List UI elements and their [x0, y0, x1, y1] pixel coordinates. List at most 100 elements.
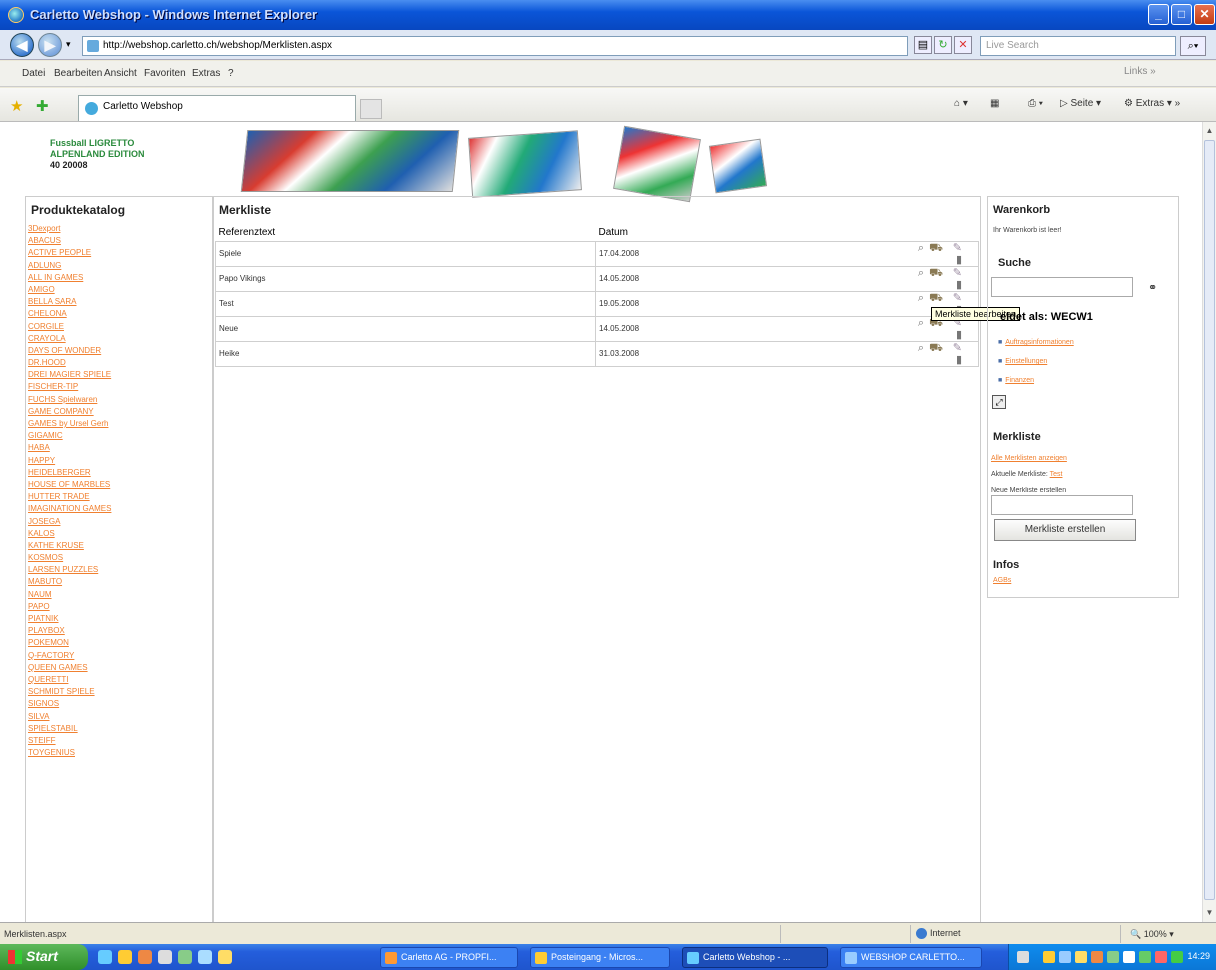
- delete-icon[interactable]: ▮: [948, 329, 962, 341]
- catalog-item[interactable]: SILVA: [28, 711, 212, 723]
- links-toolbar[interactable]: Links »: [1124, 66, 1156, 77]
- start-button[interactable]: Start: [0, 944, 88, 970]
- quicklaunch-app-icon[interactable]: [198, 950, 212, 964]
- task-carletto-webshop[interactable]: Carletto Webshop - ...: [682, 947, 828, 968]
- catalog-item[interactable]: MABUTO: [28, 576, 212, 588]
- catalog-item[interactable]: QUEEN GAMES: [28, 662, 212, 674]
- product-image-1[interactable]: [240, 130, 460, 192]
- catalog-item[interactable]: 3Dexport: [28, 223, 212, 235]
- compatibility-icon[interactable]: ▤: [914, 36, 932, 54]
- cart-icon[interactable]: ⛟: [929, 267, 943, 279]
- show-all-wishlists-link[interactable]: Alle Merklisten anzeigen: [991, 455, 1067, 462]
- catalog-item[interactable]: IMAGINATION GAMES: [28, 503, 212, 515]
- delete-icon[interactable]: ▮: [948, 254, 962, 266]
- menu-extras[interactable]: Extras: [192, 68, 220, 79]
- view-icon[interactable]: ⌕: [910, 242, 924, 254]
- vertical-scrollbar[interactable]: ▲ ▼: [1202, 122, 1216, 922]
- menu-favoriten[interactable]: Favoriten: [144, 68, 186, 79]
- refresh-button[interactable]: ↻: [934, 36, 952, 54]
- view-icon[interactable]: ⌕: [910, 342, 924, 354]
- catalog-item[interactable]: HOUSE OF MARBLES: [28, 479, 212, 491]
- menu-datei[interactable]: Datei: [22, 68, 45, 79]
- current-wishlist-link[interactable]: Test: [1050, 471, 1063, 478]
- quicklaunch-ie-icon[interactable]: [98, 950, 112, 964]
- menu-ansicht[interactable]: Ansicht: [104, 68, 137, 79]
- agb-link[interactable]: AGBs: [993, 577, 1011, 584]
- catalog-item[interactable]: DREI MAGIER SPIELE: [28, 369, 212, 381]
- catalog-item[interactable]: ACTIVE PEOPLE: [28, 247, 212, 259]
- scroll-up-icon[interactable]: ▲: [1204, 124, 1215, 138]
- scroll-down-icon[interactable]: ▼: [1204, 906, 1215, 920]
- catalog-item[interactable]: Q-FACTORY: [28, 650, 212, 662]
- catalog-item[interactable]: ALL IN GAMES: [28, 272, 212, 284]
- delete-icon[interactable]: ▮: [948, 354, 962, 366]
- catalog-item[interactable]: TOYGENIUS: [28, 747, 212, 759]
- catalog-item[interactable]: GAMES by Ursel Gerh: [28, 418, 212, 430]
- maximize-button[interactable]: □: [1171, 4, 1192, 25]
- catalog-item[interactable]: KALOS: [28, 528, 212, 540]
- edit-icon[interactable]: ✎: [948, 242, 962, 254]
- task-webshop-carletto[interactable]: WEBSHOP CARLETTO...: [840, 947, 982, 968]
- catalog-item[interactable]: FISCHER-TIP: [28, 381, 212, 393]
- feeds-icon[interactable]: ▦: [990, 98, 999, 109]
- url-field[interactable]: http://webshop.carletto.ch/webshop/Merkl…: [82, 36, 908, 56]
- edit-icon[interactable]: ✎: [948, 292, 962, 304]
- edit-icon[interactable]: ✎: [948, 267, 962, 279]
- catalog-item[interactable]: DR.HOOD: [28, 357, 212, 369]
- view-icon[interactable]: ⌕: [910, 317, 924, 329]
- menu-help[interactable]: ?: [228, 68, 234, 79]
- quicklaunch-explorer-icon[interactable]: [118, 950, 132, 964]
- edit-icon[interactable]: ✎: [948, 342, 962, 354]
- catalog-item[interactable]: CHELONA: [28, 308, 212, 320]
- add-favorite-icon[interactable]: ✚: [36, 97, 49, 115]
- quicklaunch-desktop-icon[interactable]: [158, 950, 172, 964]
- catalog-item[interactable]: HABA: [28, 442, 212, 454]
- tray-icon[interactable]: [1155, 951, 1167, 963]
- catalog-item[interactable]: SIGNOS: [28, 698, 212, 710]
- view-icon[interactable]: ⌕: [910, 267, 924, 279]
- scroll-thumb[interactable]: [1204, 140, 1215, 900]
- catalog-item[interactable]: HEIDELBERGER: [28, 467, 212, 479]
- cart-icon[interactable]: ⛟: [929, 342, 943, 354]
- tab-carletto-webshop[interactable]: Carletto Webshop: [78, 95, 356, 121]
- catalog-item[interactable]: NAUM: [28, 589, 212, 601]
- catalog-item[interactable]: KOSMOS: [28, 552, 212, 564]
- catalog-item[interactable]: PIATNIK: [28, 613, 212, 625]
- product-logo[interactable]: Fussball LIGRETTO ALPENLAND EDITION 40 2…: [50, 138, 145, 171]
- catalog-item[interactable]: PLAYBOX: [28, 625, 212, 637]
- new-wishlist-input[interactable]: [991, 495, 1133, 515]
- link-einstellungen[interactable]: Einstellungen: [998, 358, 1047, 365]
- quicklaunch-outlook-icon[interactable]: [138, 950, 152, 964]
- catalog-item[interactable]: SPIELSTABIL: [28, 723, 212, 735]
- history-dropdown-icon[interactable]: ▾: [66, 39, 71, 50]
- catalog-item[interactable]: KATHE KRUSE: [28, 540, 212, 552]
- tray-icon[interactable]: [1107, 951, 1119, 963]
- catalog-item[interactable]: AMIGO: [28, 284, 212, 296]
- forward-button[interactable]: ▶: [38, 33, 62, 57]
- catalog-item[interactable]: GIGAMIC: [28, 430, 212, 442]
- link-auftragsinformationen[interactable]: Auftragsinformationen: [998, 339, 1073, 346]
- tray-icon[interactable]: [1171, 951, 1183, 963]
- cart-icon[interactable]: ⛟: [929, 292, 943, 304]
- create-wishlist-button[interactable]: Merkliste erstellen: [994, 519, 1136, 541]
- home-icon[interactable]: ⌂ ▾: [954, 98, 968, 109]
- catalog-item[interactable]: LARSEN PUZZLES: [28, 564, 212, 576]
- view-icon[interactable]: ⌕: [910, 292, 924, 304]
- favorites-star-icon[interactable]: ★: [10, 97, 23, 115]
- catalog-item[interactable]: GAME COMPANY: [28, 406, 212, 418]
- tray-icon[interactable]: [1091, 951, 1103, 963]
- catalog-item[interactable]: HUTTER TRADE: [28, 491, 212, 503]
- print-icon[interactable]: ⎙ ▾: [1028, 98, 1043, 109]
- quicklaunch-app-icon[interactable]: [178, 950, 192, 964]
- tray-icon[interactable]: [1059, 951, 1071, 963]
- tray-icon[interactable]: [1075, 951, 1087, 963]
- new-tab-button[interactable]: [360, 99, 382, 119]
- logout-icon[interactable]: ⤢: [992, 395, 1006, 409]
- catalog-item[interactable]: JOSEGA: [28, 516, 212, 528]
- link-finanzen[interactable]: Finanzen: [998, 377, 1034, 384]
- minimize-button[interactable]: _: [1148, 4, 1169, 25]
- product-image-3[interactable]: [613, 125, 701, 203]
- catalog-item[interactable]: CORGILE: [28, 321, 212, 333]
- live-search-input[interactable]: Live Search: [980, 36, 1176, 56]
- tools-menu[interactable]: ⚙ Extras ▾ »: [1124, 98, 1180, 109]
